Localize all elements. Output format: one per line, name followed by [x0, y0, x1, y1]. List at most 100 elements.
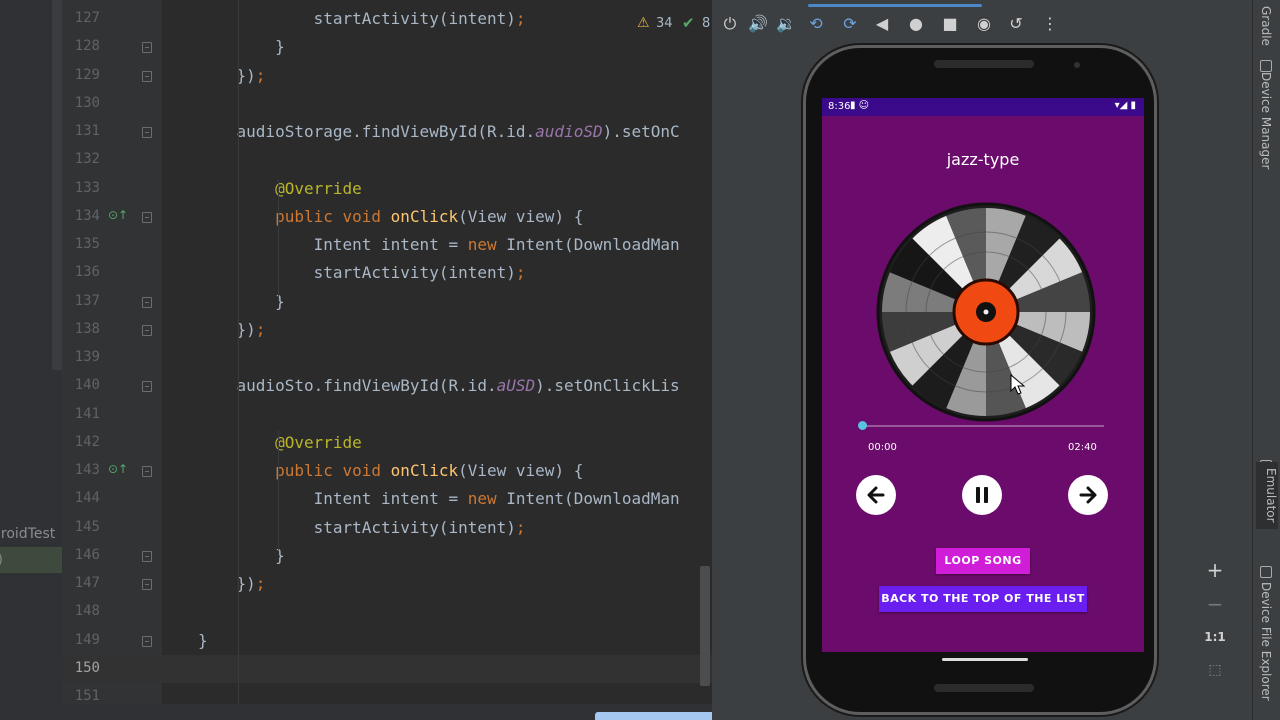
project-tree-item[interactable]: droidTest [0, 521, 62, 547]
code-text: Intent intent = new Intent(DownloadMan [198, 235, 680, 254]
code-line[interactable]: 145 startActivity(intent); [62, 514, 712, 542]
fold-marker-icon[interactable] [142, 296, 152, 308]
volume-down-icon[interactable]: 🔉 [774, 12, 798, 36]
speaker-grill [934, 60, 1034, 68]
fold-marker-icon[interactable] [142, 211, 152, 223]
fold-marker-icon[interactable] [142, 324, 152, 336]
overview-icon[interactable]: ■ [938, 12, 962, 36]
total-time: 02:40 [1068, 442, 1097, 453]
line-number: 138 [74, 320, 100, 337]
zoom-actual-size-button[interactable]: 1:1 [1196, 630, 1234, 644]
code-line[interactable]: 150 [62, 654, 712, 683]
line-number: 133 [74, 179, 100, 196]
code-line[interactable]: 131 audioStorage.findViewById(R.id.audio… [62, 118, 712, 146]
fold-marker-icon[interactable] [142, 42, 152, 54]
fold-marker-icon[interactable] [142, 579, 152, 590]
rotate-left-icon[interactable]: ⟲ [804, 12, 828, 36]
next-button[interactable] [1068, 475, 1108, 515]
code-text: @Override [275, 178, 362, 198]
code-line[interactable]: 132 [62, 146, 712, 174]
code-line[interactable]: 138 }); [62, 316, 712, 344]
status-time: 8:36 [828, 101, 851, 112]
weak-warning-icon: ✔ [682, 14, 695, 32]
fold-marker-icon[interactable] [142, 635, 152, 647]
gradle-tab[interactable]: Gradle [1259, 6, 1273, 46]
gesture-home-bar[interactable] [942, 658, 1028, 661]
zoom-in-button[interactable]: + [1196, 558, 1234, 582]
code-line[interactable]: 144 Intent intent = new Intent(DownloadM… [62, 485, 712, 513]
fold-marker-icon[interactable] [142, 466, 152, 477]
seek-bar-thumb[interactable] [858, 421, 867, 430]
back-icon[interactable]: ◀ [870, 12, 894, 36]
code-text: startActivity(intent); [198, 263, 526, 283]
arrow-right-icon [1079, 486, 1097, 504]
more-icon[interactable]: ⋮ [1038, 12, 1062, 36]
fold-marker-icon[interactable] [142, 550, 152, 562]
fold-marker-icon[interactable] [142, 381, 152, 393]
tool-window-bar: Gradle Device Manager Emulator Device Fi… [1252, 0, 1280, 720]
fold-marker-icon[interactable] [142, 70, 152, 82]
line-number: 151 [74, 688, 100, 704]
code-line[interactable]: 134 ⊙↑ public void onClick(View view) { [62, 203, 712, 231]
weak-warning-count: 8 [702, 16, 711, 31]
fold-marker-icon[interactable] [142, 127, 152, 138]
home-icon[interactable]: ● [904, 12, 928, 36]
device-file-explorer-tab[interactable]: Device File Explorer [1259, 582, 1273, 701]
device-frame: 8:36 ▮ ☺ ▾◢ ▮ jazz-type 00:00 02:40 LOOP… [806, 48, 1154, 712]
code-text: startActivity(intent); [198, 517, 526, 537]
code-line[interactable]: 137 } [62, 288, 712, 316]
line-number: 140 [74, 377, 100, 394]
code-text: public void onClick(View view) { [275, 461, 584, 480]
horizontal-scrollbar-thumb[interactable] [595, 712, 723, 720]
code-line[interactable]: 148 [62, 598, 712, 626]
zoom-fit-icon[interactable]: ⬚ [1196, 662, 1234, 678]
code-text: } [198, 37, 285, 57]
line-number: 132 [74, 151, 100, 168]
zoom-out-button[interactable]: − [1196, 592, 1234, 616]
code-line[interactable]: 141 [62, 401, 712, 429]
seek-bar[interactable] [864, 425, 1104, 427]
code-line[interactable]: 147 }); [62, 570, 712, 598]
previous-button[interactable] [856, 475, 896, 515]
code-line[interactable]: 151 [62, 683, 712, 705]
speaker-grill [934, 684, 1034, 692]
volume-up-icon[interactable]: 🔊 [746, 12, 770, 36]
line-number: 137 [74, 292, 100, 309]
code-line[interactable]: 130 [62, 90, 712, 118]
code-line[interactable]: 143 ⊙↑ public void onClick(View view) { [62, 457, 712, 485]
code-line[interactable]: 129 }); [62, 62, 712, 90]
device-screen[interactable]: 8:36 ▮ ☺ ▾◢ ▮ jazz-type 00:00 02:40 LOOP… [822, 98, 1144, 652]
code-text: audioStorage.findViewById(R.id.audioSD).… [198, 122, 680, 141]
code-line[interactable]: 135 Intent intent = new Intent(DownloadM… [62, 231, 712, 259]
inspection-widget[interactable]: ⚠ 34 ✔ 8 ⌃ ⌄ [574, 0, 712, 46]
code-editor[interactable]: 127 startActivity(intent); 128 } 129 }); 13… [62, 0, 712, 705]
snapshot-icon[interactable]: ↺ [1004, 12, 1028, 36]
vertical-scrollbar-thumb[interactable] [700, 566, 710, 686]
rotate-right-icon[interactable]: ⟳ [838, 12, 862, 36]
code-line[interactable]: 136 startActivity(intent); [62, 259, 712, 287]
notification-icons: ▮ ☺ [850, 100, 870, 111]
device-manager-icon [1260, 60, 1272, 72]
override-gutter-icon[interactable]: ⊙↑ [108, 208, 128, 222]
screenshot-icon[interactable]: ◉ [972, 12, 996, 36]
code-line[interactable]: 133 @Override [62, 175, 712, 203]
arrow-left-icon [867, 486, 885, 504]
emulator-panel: ⏻ 🔊 🔉 ⟲ ⟳ ◀ ● ■ ◉ ↺ ⋮ 8:36 ▮ ☺ ▾◢ ▮ jazz… [712, 0, 1252, 720]
code-line[interactable]: 142 @Override [62, 429, 712, 457]
code-text: }); [198, 65, 266, 85]
emulator-tab[interactable]: Emulator [1256, 462, 1278, 529]
pause-button[interactable] [962, 475, 1002, 515]
line-number: 139 [74, 349, 100, 365]
code-line[interactable]: 149} [62, 627, 712, 655]
emulator-tab-indicator [808, 4, 982, 7]
project-tree-item-selected[interactable]: t) [0, 547, 62, 573]
code-line[interactable]: 146 } [62, 542, 712, 570]
override-gutter-icon[interactable]: ⊙↑ [108, 462, 128, 476]
back-to-top-button[interactable]: BACK TO THE TOP OF THE LIST [879, 586, 1087, 612]
power-icon[interactable]: ⏻ [718, 12, 742, 36]
indent-guide [278, 180, 279, 300]
loop-song-button[interactable]: LOOP SONG [936, 548, 1030, 574]
code-line[interactable]: 139 [62, 344, 712, 372]
code-line[interactable]: 140 audioSto.findViewById(R.id.aUSD).set… [62, 372, 712, 400]
device-manager-tab[interactable]: Device Manager [1259, 72, 1273, 169]
